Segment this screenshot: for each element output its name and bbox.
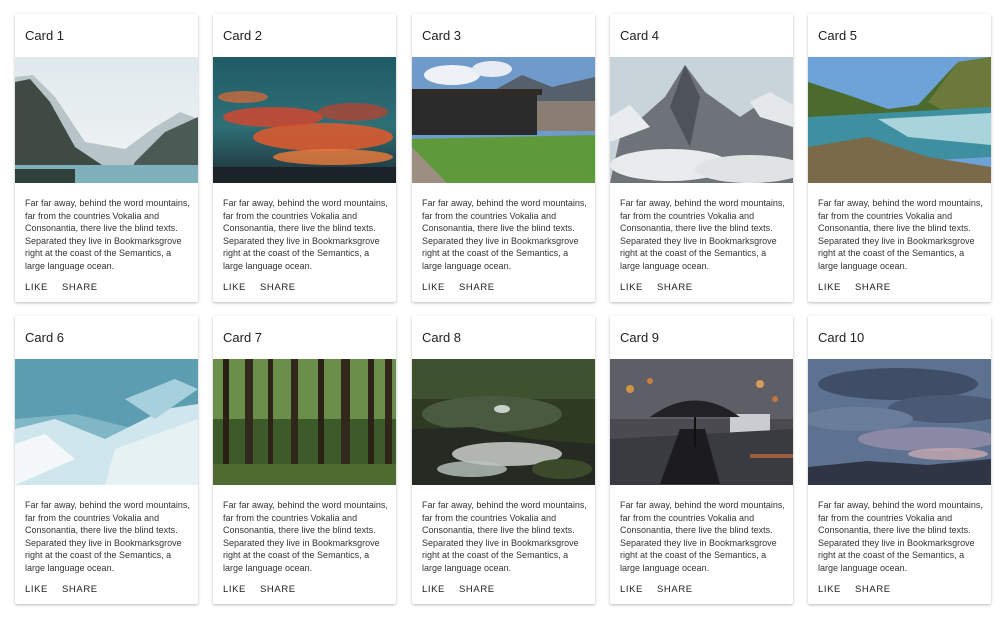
card-actions: LIKE SHARE bbox=[219, 278, 304, 297]
card-title: Card 2 bbox=[223, 28, 263, 43]
card-image bbox=[213, 359, 396, 485]
card-title: Card 9 bbox=[620, 330, 660, 345]
card: Card 6 Far far away, behind the word mou… bbox=[15, 316, 198, 604]
card: Card 1 Far far away, behind the word mou… bbox=[15, 14, 198, 302]
share-button[interactable]: SHARE bbox=[256, 278, 304, 297]
like-button[interactable]: LIKE bbox=[21, 278, 56, 297]
card-title: Card 7 bbox=[223, 330, 263, 345]
share-button[interactable]: SHARE bbox=[455, 580, 503, 599]
card-actions: LIKE SHARE bbox=[616, 278, 701, 297]
card-actions: LIKE SHARE bbox=[418, 580, 503, 599]
card: Card 3 Far far away, behind the word mou… bbox=[412, 14, 595, 302]
card-text: Far far away, behind the word mountains,… bbox=[620, 500, 785, 573]
card-actions: LIKE SHARE bbox=[814, 278, 899, 297]
card-actions: LIKE SHARE bbox=[21, 278, 106, 297]
card-title: Card 4 bbox=[620, 28, 660, 43]
card-text: Far far away, behind the word mountains,… bbox=[223, 198, 388, 271]
card: Card 5 Far far away, behind the word mou… bbox=[808, 14, 991, 302]
card-image bbox=[412, 57, 595, 183]
share-button[interactable]: SHARE bbox=[653, 580, 701, 599]
like-button[interactable]: LIKE bbox=[814, 278, 849, 297]
card-text: Far far away, behind the word mountains,… bbox=[818, 500, 983, 573]
card: Card 10 Far far away, behind the word mo… bbox=[808, 316, 991, 604]
card-text: Far far away, behind the word mountains,… bbox=[25, 500, 190, 573]
card-image bbox=[610, 57, 793, 183]
card-image bbox=[213, 57, 396, 183]
like-button[interactable]: LIKE bbox=[616, 580, 651, 599]
share-button[interactable]: SHARE bbox=[58, 278, 106, 297]
card-text: Far far away, behind the word mountains,… bbox=[25, 198, 190, 271]
like-button[interactable]: LIKE bbox=[418, 580, 453, 599]
card-actions: LIKE SHARE bbox=[219, 580, 304, 599]
like-button[interactable]: LIKE bbox=[616, 278, 651, 297]
like-button[interactable]: LIKE bbox=[814, 580, 849, 599]
card-title: Card 3 bbox=[422, 28, 462, 43]
share-button[interactable]: SHARE bbox=[256, 580, 304, 599]
card-title: Card 6 bbox=[25, 330, 65, 345]
card-text: Far far away, behind the word mountains,… bbox=[620, 198, 785, 271]
card: Card 2 Far far away, behind the word mou… bbox=[213, 14, 396, 302]
card-image bbox=[808, 359, 991, 485]
like-button[interactable]: LIKE bbox=[21, 580, 56, 599]
like-button[interactable]: LIKE bbox=[418, 278, 453, 297]
share-button[interactable]: SHARE bbox=[851, 278, 899, 297]
card-title: Card 10 bbox=[818, 330, 865, 345]
card-actions: LIKE SHARE bbox=[814, 580, 899, 599]
card: Card 9 Far far away, behind the word mou… bbox=[610, 316, 793, 604]
card-image bbox=[15, 359, 198, 485]
card-text: Far far away, behind the word mountains,… bbox=[422, 500, 587, 573]
card-title: Card 1 bbox=[25, 28, 65, 43]
card-image bbox=[15, 57, 198, 183]
card-actions: LIKE SHARE bbox=[616, 580, 701, 599]
card-text: Far far away, behind the word mountains,… bbox=[422, 198, 587, 271]
share-button[interactable]: SHARE bbox=[455, 278, 503, 297]
card-actions: LIKE SHARE bbox=[21, 580, 106, 599]
share-button[interactable]: SHARE bbox=[653, 278, 701, 297]
card: Card 7 Far far away, behind the word mou… bbox=[213, 316, 396, 604]
card-image bbox=[610, 359, 793, 485]
card-text: Far far away, behind the word mountains,… bbox=[818, 198, 983, 271]
card-title: Card 8 bbox=[422, 330, 462, 345]
card-text: Far far away, behind the word mountains,… bbox=[223, 500, 388, 573]
card-image bbox=[808, 57, 991, 183]
like-button[interactable]: LIKE bbox=[219, 580, 254, 599]
card-actions: LIKE SHARE bbox=[418, 278, 503, 297]
share-button[interactable]: SHARE bbox=[58, 580, 106, 599]
card: Card 8 Far far away, behind the word mou… bbox=[412, 316, 595, 604]
card-image bbox=[412, 359, 595, 485]
card: Card 4 Far far away, behind the word mou… bbox=[610, 14, 793, 302]
like-button[interactable]: LIKE bbox=[219, 278, 254, 297]
share-button[interactable]: SHARE bbox=[851, 580, 899, 599]
card-title: Card 5 bbox=[818, 28, 858, 43]
